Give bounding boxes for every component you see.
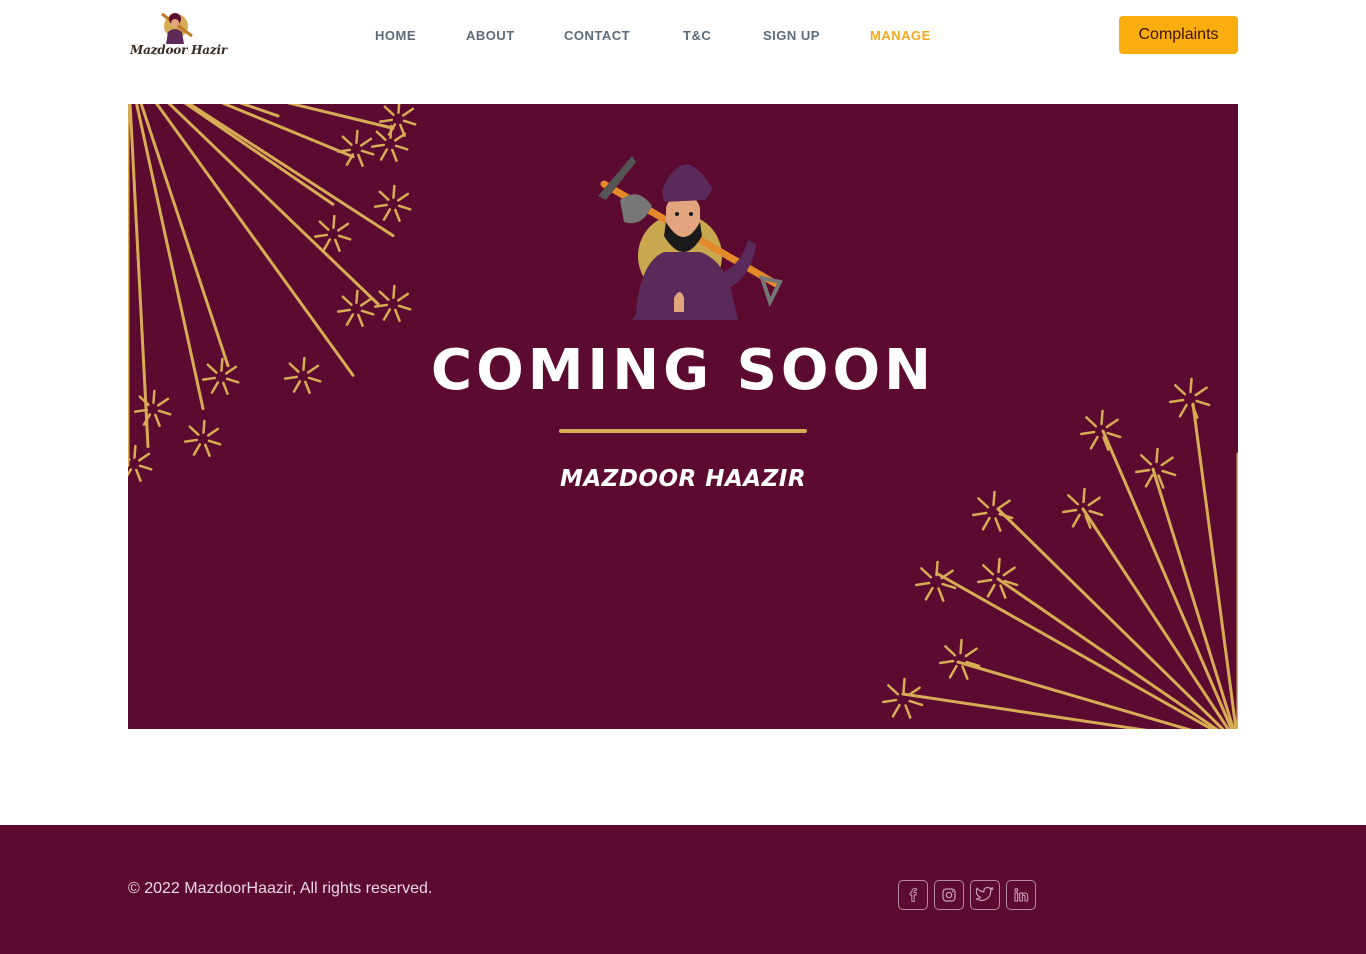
nav-manage[interactable]: MANAGE (870, 28, 931, 43)
nav-tc[interactable]: T&C (683, 28, 711, 43)
divider-line (559, 429, 807, 433)
twitter-link[interactable] (970, 880, 1000, 910)
footer: © 2022 MazdoorHaazir, All rights reserve… (0, 825, 1366, 954)
facebook-link[interactable] (898, 880, 928, 910)
instagram-link[interactable] (934, 880, 964, 910)
complaints-button[interactable]: Complaints (1119, 16, 1238, 54)
copyright-text: © 2022 MazdoorHaazir, All rights reserve… (128, 880, 433, 897)
coming-soon-banner: COMING SOON MAZDOOR HAAZIR (128, 104, 1238, 729)
coming-soon-heading: COMING SOON (430, 338, 935, 403)
worker-mascot-image (598, 156, 783, 320)
nav-signup[interactable]: SIGN UP (763, 28, 820, 43)
linkedin-link[interactable] (1006, 880, 1036, 910)
linkedin-icon (1014, 888, 1029, 902)
nav-about[interactable]: ABOUT (466, 28, 515, 43)
worker-logo-icon (161, 12, 193, 44)
logo[interactable]: Mazdoor Hazir (128, 6, 227, 62)
nav-contact[interactable]: CONTACT (564, 28, 630, 43)
logo-text: Mazdoor Hazir (130, 43, 227, 57)
twitter-icon (976, 887, 994, 901)
navbar: Mazdoor Hazir HOME ABOUT CONTACT T&C SIG… (0, 0, 1366, 72)
facebook-icon (909, 888, 917, 902)
nav-home[interactable]: HOME (375, 28, 416, 43)
brand-subtitle: MAZDOOR HAAZIR (559, 466, 807, 492)
instagram-icon (942, 888, 956, 902)
